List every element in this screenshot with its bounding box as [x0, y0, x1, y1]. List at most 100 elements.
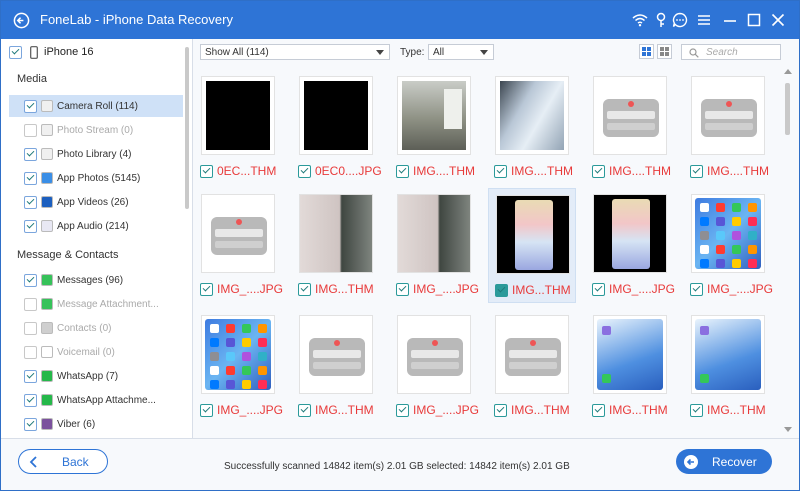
file-thumbnail[interactable] — [397, 315, 471, 394]
file-checkbox[interactable] — [690, 403, 703, 417]
file-thumbnail[interactable] — [593, 194, 667, 273]
sidebar-item-checkbox[interactable] — [24, 123, 37, 137]
sidebar-item-checkbox[interactable] — [24, 219, 37, 233]
file-tile[interactable]: IMG....THM — [390, 70, 478, 185]
file-thumbnail[interactable] — [593, 315, 667, 394]
device-checkbox[interactable] — [9, 45, 22, 59]
minimize-icon[interactable] — [721, 11, 739, 29]
file-thumbnail[interactable] — [496, 195, 570, 274]
file-thumbnail[interactable] — [691, 76, 765, 155]
device-row[interactable]: iPhone 16 — [9, 44, 94, 60]
sidebar-item-checkbox[interactable] — [24, 417, 37, 431]
file-checkbox[interactable] — [494, 403, 507, 417]
sidebar-item-checkbox[interactable] — [24, 369, 37, 383]
file-tile[interactable]: IMG...THM — [488, 188, 576, 303]
sidebar-item-checkbox[interactable] — [24, 99, 37, 113]
file-thumbnail[interactable] — [397, 194, 471, 273]
sidebar-item[interactable]: App Photos (5145) — [9, 167, 183, 189]
sidebar-item[interactable]: Camera Roll (114) — [9, 95, 183, 117]
file-tile[interactable]: IMG...THM — [488, 309, 576, 424]
file-tile[interactable]: IMG_....JPG — [390, 188, 479, 303]
file-checkbox[interactable] — [200, 282, 213, 296]
file-checkbox[interactable] — [396, 164, 409, 178]
file-thumbnail[interactable] — [299, 194, 373, 273]
sidebar-scrollbar[interactable] — [185, 47, 189, 209]
chat-icon[interactable] — [671, 11, 689, 29]
file-tile[interactable]: IMG_....JPG — [194, 309, 283, 424]
file-checkbox[interactable] — [592, 164, 605, 178]
file-checkbox[interactable] — [592, 282, 605, 296]
file-thumbnail[interactable] — [201, 194, 275, 273]
sidebar-item-checkbox[interactable] — [24, 393, 37, 407]
file-tile[interactable]: 0EC0....JPG — [292, 70, 382, 185]
sidebar-item[interactable]: App Audio (214) — [9, 215, 183, 237]
sidebar-item-checkbox[interactable] — [24, 195, 37, 209]
file-thumbnail[interactable] — [299, 76, 373, 155]
file-checkbox[interactable] — [396, 282, 409, 296]
sidebar-item-checkbox[interactable] — [24, 297, 37, 311]
file-thumbnail[interactable] — [495, 76, 569, 155]
sidebar-item[interactable]: WhatsApp (7) — [9, 365, 183, 387]
file-tile[interactable]: IMG_....JPG — [390, 309, 479, 424]
sidebar-item-checkbox[interactable] — [24, 321, 37, 335]
grid-scrollbar[interactable] — [785, 83, 790, 135]
file-tile[interactable]: IMG_....JPG — [194, 188, 283, 303]
file-thumbnail[interactable] — [593, 76, 667, 155]
file-checkbox[interactable] — [690, 282, 703, 296]
sidebar-item[interactable]: Voicemail (0) — [9, 341, 183, 363]
file-checkbox[interactable] — [298, 164, 311, 178]
search-input[interactable]: Search — [681, 44, 781, 60]
file-tile[interactable]: IMG...THM — [292, 309, 380, 424]
file-checkbox[interactable] — [495, 283, 508, 297]
close-icon[interactable] — [769, 11, 787, 29]
filter-select[interactable]: Show All (114) — [200, 44, 390, 60]
sidebar-item[interactable]: Viber (6) — [9, 413, 183, 435]
file-tile[interactable]: IMG...THM — [684, 309, 772, 424]
back-button[interactable]: Back — [18, 449, 108, 474]
file-thumbnail[interactable] — [299, 315, 373, 394]
file-thumbnail[interactable] — [201, 76, 275, 155]
sidebar-item[interactable]: App Videos (26) — [9, 191, 183, 213]
sidebar-item[interactable]: Photo Library (4) — [9, 143, 183, 165]
file-checkbox[interactable] — [298, 282, 311, 296]
sidebar-item[interactable]: Contacts (0) — [9, 317, 183, 339]
file-checkbox[interactable] — [494, 164, 507, 178]
file-tile[interactable]: IMG....THM — [488, 70, 576, 185]
sidebar-item[interactable]: Messages (96) — [9, 269, 183, 291]
sidebar-item-checkbox[interactable] — [24, 147, 37, 161]
file-checkbox[interactable] — [298, 403, 311, 417]
file-tile[interactable]: IMG...THM — [292, 188, 380, 303]
file-tile[interactable]: IMG....THM — [684, 70, 772, 185]
wifi-icon[interactable] — [631, 11, 649, 29]
file-thumbnail[interactable] — [691, 315, 765, 394]
menu-icon[interactable] — [695, 11, 713, 29]
file-thumbnail[interactable] — [691, 194, 765, 273]
sidebar-item[interactable]: Photo Stream (0) — [9, 119, 183, 141]
sidebar-item-checkbox[interactable] — [24, 273, 37, 287]
file-checkbox[interactable] — [396, 403, 409, 417]
file-thumbnail[interactable] — [397, 76, 471, 155]
type-select[interactable]: All — [428, 44, 494, 60]
file-tile[interactable]: IMG...THM — [586, 309, 674, 424]
file-thumbnail[interactable] — [495, 315, 569, 394]
scroll-up-icon[interactable] — [784, 69, 792, 74]
sidebar-item[interactable]: WhatsApp Attachme... — [9, 389, 183, 411]
maximize-icon[interactable] — [745, 11, 763, 29]
sidebar-item[interactable]: Message Attachment... — [9, 293, 183, 315]
file-tile[interactable]: IMG_....JPG — [586, 188, 675, 303]
sidebar-item-checkbox[interactable] — [24, 345, 37, 359]
file-checkbox[interactable] — [592, 403, 605, 417]
file-checkbox[interactable] — [200, 403, 213, 417]
file-checkbox[interactable] — [690, 164, 703, 178]
file-checkbox[interactable] — [200, 164, 213, 178]
file-thumbnail[interactable] — [201, 315, 275, 394]
file-tile[interactable]: 0EC...THM — [194, 70, 282, 185]
sidebar-item-checkbox[interactable] — [24, 171, 37, 185]
file-tile[interactable]: IMG....THM — [586, 70, 674, 185]
recover-button[interactable]: Recover — [676, 449, 772, 474]
file-tile[interactable]: IMG_....JPG — [684, 188, 773, 303]
scroll-down-icon[interactable] — [784, 427, 792, 432]
key-icon[interactable] — [652, 11, 670, 29]
grid-view-icon[interactable] — [639, 44, 654, 59]
list-view-icon[interactable] — [657, 44, 672, 59]
